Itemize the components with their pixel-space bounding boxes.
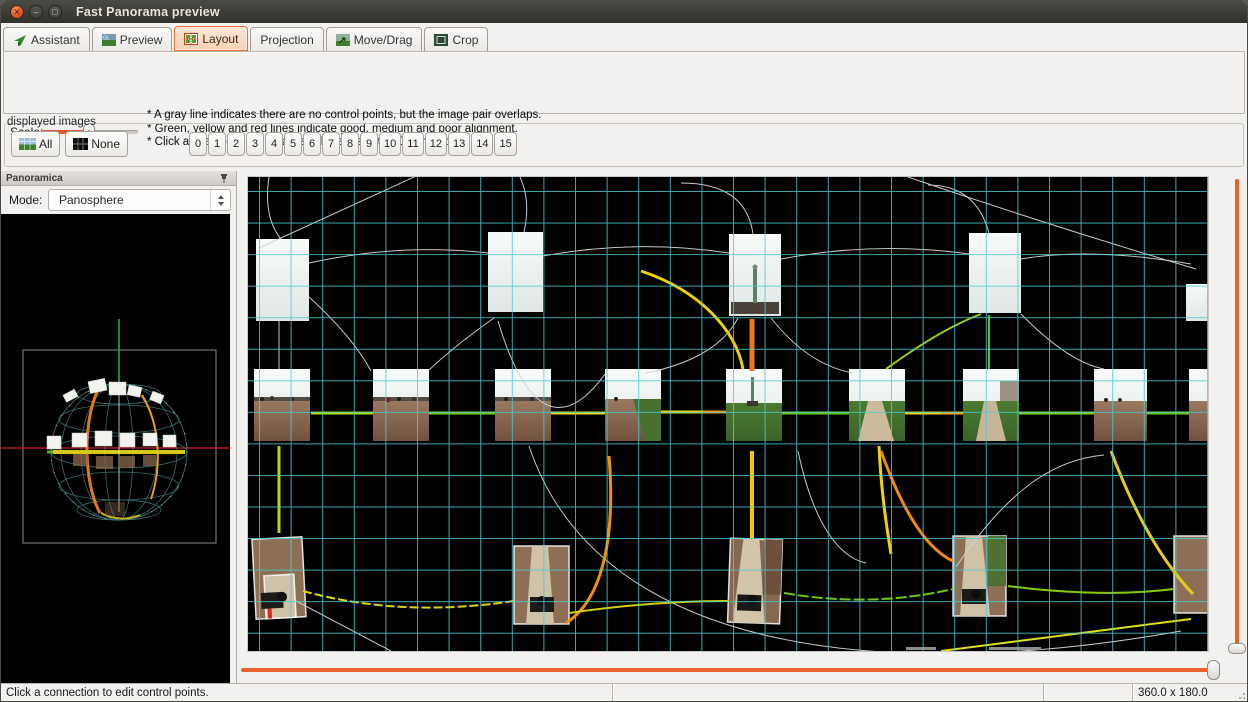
status-empty-cell bbox=[613, 684, 1043, 701]
image-toggle-button-8[interactable]: 8 bbox=[341, 132, 359, 156]
status-message: Click a connection to edit control point… bbox=[1, 684, 612, 701]
image-toggle-button-12[interactable]: 12 bbox=[425, 132, 447, 156]
panosphere-preview[interactable] bbox=[1, 214, 230, 683]
vertical-slider-handle[interactable] bbox=[1228, 643, 1246, 654]
tab-label: Move/Drag bbox=[354, 33, 413, 47]
close-icon[interactable]: ✕ bbox=[10, 5, 24, 19]
landscape-thumbnail-icon bbox=[19, 138, 36, 150]
pane-title: Panoramica bbox=[6, 173, 219, 184]
fast-panorama-preview-window: ✕ – □ Fast Panorama preview Assistant GL… bbox=[0, 0, 1248, 702]
black-grid-icon bbox=[73, 138, 88, 150]
window-title: Fast Panorama preview bbox=[76, 5, 220, 19]
pane-header[interactable]: Panoramica bbox=[1, 171, 236, 186]
image-toggle-row: 0123456789101112131415 bbox=[189, 132, 517, 156]
pin-icon[interactable] bbox=[219, 173, 229, 184]
displayed-images-group: displayed images All None 01234567891011… bbox=[3, 114, 1245, 168]
pano-size-field: 360.0 x 180.0 bbox=[1133, 684, 1213, 701]
tab-label: Preview bbox=[120, 33, 163, 47]
main-area: Panoramica Mode: Panosphere bbox=[1, 171, 1247, 683]
image-toggle-button-11[interactable]: 11 bbox=[402, 132, 423, 156]
all-label: All bbox=[39, 137, 52, 151]
no-images-button[interactable]: None bbox=[65, 131, 128, 157]
titlebar: ✕ – □ Fast Panorama preview bbox=[1, 1, 1247, 23]
canvas-area bbox=[238, 171, 1247, 683]
image-toggle-button-5[interactable]: 5 bbox=[284, 132, 302, 156]
tab-move-drag[interactable]: Move/Drag bbox=[326, 27, 423, 51]
image-toggle-button-14[interactable]: 14 bbox=[471, 132, 493, 156]
image-toggle-button-0[interactable]: 0 bbox=[189, 132, 207, 156]
crop-icon bbox=[434, 34, 448, 46]
vertical-pan-slider[interactable] bbox=[1229, 177, 1245, 659]
resize-grip[interactable] bbox=[1235, 689, 1245, 699]
status-bar: Click a connection to edit control point… bbox=[1, 683, 1247, 701]
group-legend: displayed images bbox=[7, 116, 96, 128]
canvas-grid bbox=[248, 177, 1208, 651]
mode-label: Mode: bbox=[9, 193, 42, 207]
minimize-icon[interactable]: – bbox=[29, 5, 43, 19]
tab-projection[interactable]: Projection bbox=[250, 27, 323, 51]
spinner-arrows-icon[interactable] bbox=[210, 190, 230, 210]
scale-panel: Scale: * A gray line indicates there are… bbox=[3, 51, 1245, 114]
image-toggle-button-6[interactable]: 6 bbox=[303, 132, 321, 156]
image-toggle-button-15[interactable]: 15 bbox=[494, 132, 516, 156]
mode-row: Mode: Panosphere bbox=[1, 186, 236, 214]
horizontal-pan-slider[interactable] bbox=[240, 660, 1220, 680]
preview-icon: GL bbox=[102, 34, 116, 46]
image-toggle-button-3[interactable]: 3 bbox=[246, 132, 264, 156]
horizontal-slider-track[interactable] bbox=[241, 668, 1213, 672]
image-toggle-button-2[interactable]: 2 bbox=[227, 132, 245, 156]
image-toggle-button-10[interactable]: 10 bbox=[379, 132, 401, 156]
maximize-icon[interactable]: □ bbox=[48, 5, 62, 19]
tab-layout[interactable]: Layout bbox=[174, 26, 248, 51]
tab-crop[interactable]: Crop bbox=[424, 27, 488, 51]
sphere-image-chips bbox=[47, 378, 176, 449]
tab-preview[interactable]: GL Preview bbox=[92, 27, 173, 51]
move-drag-icon bbox=[336, 34, 350, 46]
tab-assistant[interactable]: Assistant bbox=[3, 27, 90, 51]
orange-arc-right bbox=[142, 395, 158, 499]
image-toggle-button-7[interactable]: 7 bbox=[322, 132, 340, 156]
image-toggle-button-9[interactable]: 9 bbox=[360, 132, 378, 156]
tab-label: Layout bbox=[202, 32, 238, 46]
tab-label: Projection bbox=[260, 33, 313, 47]
horizontal-slider-handle[interactable] bbox=[1207, 660, 1220, 680]
none-label: None bbox=[91, 137, 120, 151]
tab-bar: Assistant GL Preview Layout Projection bbox=[1, 23, 1247, 51]
assistant-icon bbox=[13, 34, 27, 46]
layout-icon bbox=[184, 33, 198, 45]
mode-dropdown[interactable]: Panosphere bbox=[48, 189, 231, 211]
mode-value: Panosphere bbox=[49, 193, 210, 207]
image-toggle-button-13[interactable]: 13 bbox=[448, 132, 470, 156]
tab-label: Crop bbox=[452, 33, 478, 47]
layout-canvas[interactable] bbox=[248, 177, 1208, 651]
svg-text:GL: GL bbox=[103, 35, 110, 41]
image-toggle-button-1[interactable]: 1 bbox=[208, 132, 226, 156]
image-toggle-button-4[interactable]: 4 bbox=[265, 132, 283, 156]
status-empty-cell-2 bbox=[1044, 684, 1132, 701]
all-images-button[interactable]: All bbox=[11, 131, 60, 157]
panorama-pane: Panoramica Mode: Panosphere bbox=[1, 171, 237, 683]
panosphere-3d-view bbox=[1, 214, 231, 685]
vertical-slider-track[interactable] bbox=[1235, 179, 1239, 651]
tab-label: Assistant bbox=[31, 33, 80, 47]
